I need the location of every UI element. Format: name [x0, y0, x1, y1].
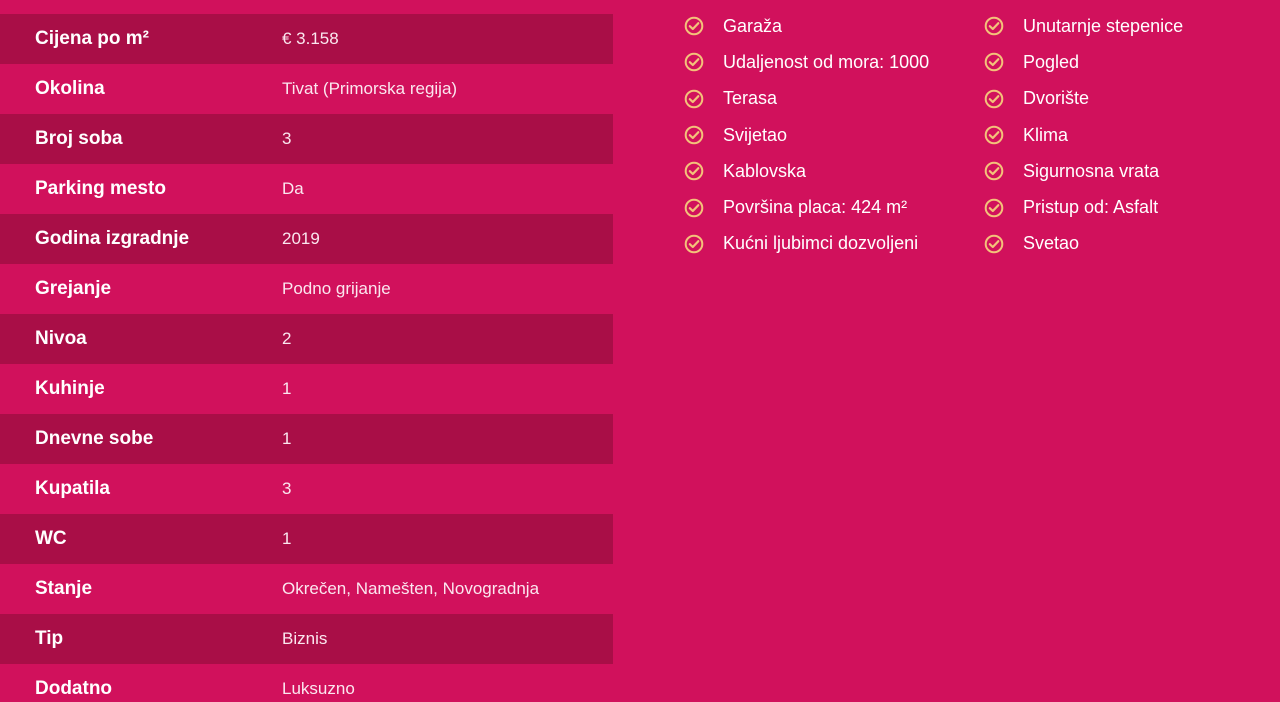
details-label: Dnevne sobe: [35, 428, 154, 449]
feature-item: Terasa: [684, 81, 984, 117]
feature-label: Svetao: [1023, 233, 1080, 254]
details-row-year-built: Godina izgradnje 2019: [0, 214, 613, 264]
details-value: 2019: [282, 229, 320, 248]
feature-item: Garaža: [684, 8, 984, 44]
feature-label: Udaljenost od mora: 1000: [723, 51, 930, 72]
details-table: Cijena po m² € 3.158 Okolina Tivat (Prim…: [0, 14, 613, 702]
check-circle-icon: [684, 53, 704, 72]
check-circle-icon: [984, 89, 1004, 109]
feature-item: Sigurnosna vrata: [984, 153, 1280, 189]
feature-label: Klima: [1023, 124, 1069, 145]
feature-label: Kablovska: [723, 160, 807, 181]
details-row-heating: Grejanje Podno grijanje: [0, 264, 613, 314]
details-row-location: Okolina Tivat (Primorska regija): [0, 64, 613, 114]
check-circle-icon: [684, 198, 704, 217]
details-row-parking: Parking mesto Da: [0, 164, 613, 214]
details-row-condition: Stanje Okrečen, Namešten, Novogradnja: [0, 564, 613, 614]
details-row-kitchens: Kuhinje 1: [0, 364, 613, 414]
details-value: 3: [282, 479, 292, 498]
feature-label: Dvorište: [1023, 88, 1090, 109]
details-row-living-rooms: Dnevne sobe 1: [0, 414, 613, 464]
feature-label: Pogled: [1023, 51, 1080, 72]
property-details-page: Cijena po m² € 3.158 Okolina Tivat (Prim…: [0, 0, 1280, 702]
feature-label: Pristup od: Asfalt: [1023, 197, 1159, 218]
check-circle-icon: [984, 16, 1004, 36]
details-label: Parking mesto: [35, 178, 166, 199]
feature-item: Svetao: [984, 226, 1280, 262]
features-list: Garaža Udaljenost od mora: 1000 Terasa S…: [684, 8, 1280, 262]
feature-item: Pristup od: Asfalt: [984, 189, 1280, 225]
details-label: Dodatno: [35, 678, 113, 699]
feature-label: Garaža: [723, 15, 783, 36]
details-row-type: Tip Biznis: [0, 614, 613, 664]
details-label: Nivoa: [35, 328, 87, 349]
feature-item: Kablovska: [684, 153, 984, 189]
details-value: 1: [282, 529, 292, 548]
check-circle-icon: [684, 16, 704, 36]
details-row-rooms: Broj soba 3: [0, 114, 613, 164]
feature-item: Kućni ljubimci dozvoljeni: [684, 226, 984, 262]
details-label: Okolina: [35, 78, 105, 99]
details-label: Stanje: [35, 578, 93, 599]
details-value: 1: [282, 429, 292, 448]
details-value: Da: [282, 179, 304, 198]
details-label: Kuhinje: [35, 378, 105, 399]
feature-item: Dvorište: [984, 81, 1280, 117]
details-value: Biznis: [282, 629, 328, 648]
details-value: Podno grijanje: [282, 279, 391, 298]
check-circle-icon: [684, 125, 704, 145]
details-row-price-per-m2: Cijena po m² € 3.158: [0, 14, 613, 64]
feature-label: Svijetao: [723, 124, 788, 145]
feature-label: Sigurnosna vrata: [1023, 160, 1160, 181]
details-value: 2: [282, 329, 292, 348]
details-label: Godina izgradnje: [35, 228, 190, 249]
features-column-left: Garaža Udaljenost od mora: 1000 Terasa S…: [684, 8, 984, 262]
check-circle-icon: [684, 162, 704, 181]
details-label: Kupatila: [35, 478, 110, 499]
details-value: 3: [282, 129, 292, 148]
check-circle-icon: [984, 162, 1004, 181]
check-circle-icon: [984, 234, 1004, 254]
feature-item: Udaljenost od mora: 1000: [684, 44, 984, 80]
details-row-bathrooms: Kupatila 3: [0, 464, 613, 514]
details-label: Tip: [35, 628, 64, 649]
check-circle-icon: [684, 234, 704, 254]
check-circle-icon: [984, 198, 1004, 217]
feature-item: Unutarnje stepenice: [984, 8, 1280, 44]
feature-item: Pogled: [984, 44, 1280, 80]
feature-label: Kućni ljubimci dozvoljeni: [723, 233, 919, 254]
details-value: Luksuzno: [282, 679, 355, 698]
feature-item: Klima: [984, 117, 1280, 153]
details-row-levels: Nivoa 2: [0, 314, 613, 364]
details-label: Grejanje: [35, 278, 112, 299]
features-column-right: Unutarnje stepenice Pogled Dvorište Klim…: [984, 8, 1280, 262]
feature-label: Terasa: [723, 88, 778, 109]
feature-item: Svijetao: [684, 117, 984, 153]
details-row-wc: WC 1: [0, 514, 613, 564]
details-row-extra: Dodatno Luksuzno: [0, 664, 613, 702]
details-label: WC: [35, 528, 67, 549]
feature-label: Unutarnje stepenice: [1023, 15, 1184, 36]
check-circle-icon: [684, 89, 704, 109]
feature-label: Površina placa: 424 m²: [723, 197, 908, 218]
details-value: Okrečen, Namešten, Novogradnja: [282, 579, 540, 598]
details-value: 1: [282, 379, 292, 398]
check-circle-icon: [984, 53, 1004, 72]
details-value: Tivat (Primorska regija): [282, 79, 458, 98]
details-value: € 3.158: [282, 29, 339, 48]
top-strip: [0, 0, 613, 14]
feature-item: Površina placa: 424 m²: [684, 189, 984, 225]
details-label: Cijena po m²: [35, 28, 150, 49]
details-label: Broj soba: [35, 128, 123, 149]
check-circle-icon: [984, 125, 1004, 145]
